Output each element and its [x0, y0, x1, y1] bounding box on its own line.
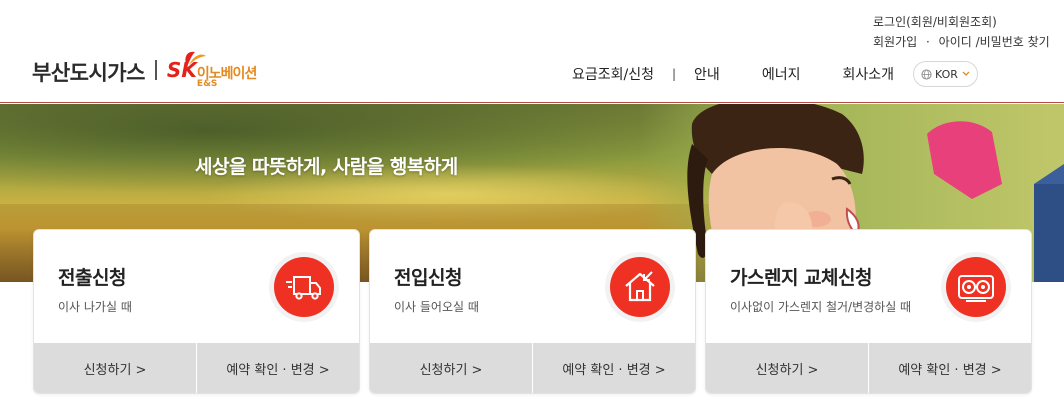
chevron-down-icon [962, 71, 970, 76]
card-title: 전출신청 [58, 267, 126, 289]
nav-item-guide[interactable]: 안내 [694, 64, 720, 84]
card-icon-wrap [941, 252, 1011, 322]
card-title: 전입신청 [394, 267, 462, 289]
sk-text: SK [166, 58, 197, 82]
ens-text: E&S [196, 79, 218, 89]
gas-range-icon [946, 257, 1006, 317]
card-icon-wrap [605, 252, 675, 322]
logo-name: 부산도시가스 [32, 61, 145, 85]
utility-links: 로그인(회원/비회원조회) 회원가입 · 아이디 /비밀번호 찾기 [873, 12, 1050, 52]
card-description: 이사없이 가스렌지 철거/변경하실 때 [730, 300, 912, 314]
card-move-out: 전출신청 이사 나가실 때 신청하기 > 예약 확인 · 변경 > [33, 229, 360, 394]
card-icon-wrap [269, 252, 339, 322]
util-dot: · [926, 35, 930, 49]
main-nav: 요금조회/신청 | 안내 에너지 회사소개 [572, 62, 894, 86]
nav-separator: | [672, 67, 677, 81]
card-title: 가스렌지 교체신청 [730, 267, 872, 289]
moving-truck-icon [274, 257, 334, 317]
apply-button[interactable]: 신청하기 > [34, 343, 196, 393]
nav-item-energy[interactable]: 에너지 [762, 64, 801, 84]
apply-button[interactable]: 신청하기 > [706, 343, 868, 393]
card-description: 이사 나가실 때 [58, 300, 132, 314]
sk-logo: SK 이노베이션 E&S [167, 48, 263, 92]
language-selector[interactable]: KOR [913, 61, 978, 87]
card-description: 이사 들어오실 때 [394, 300, 479, 314]
site-header: 부산도시가스 SK 이노베이션 E&S 로그인(회원/비회원조회) 회원가입 ·… [0, 0, 1064, 103]
card-gas-range: 가스렌지 교체신청 이사없이 가스렌지 철거/변경하실 때 신청하기 > 예약 … [705, 229, 1032, 394]
check-reservation-button[interactable]: 예약 확인 · 변경 > [532, 343, 695, 393]
join-link[interactable]: 회원가입 [873, 35, 917, 49]
check-reservation-button[interactable]: 예약 확인 · 변경 > [868, 343, 1031, 393]
nav-item-company[interactable]: 회사소개 [842, 64, 894, 84]
globe-icon [921, 68, 932, 80]
check-reservation-button[interactable]: 예약 확인 · 변경 > [196, 343, 359, 393]
site-logo[interactable]: 부산도시가스 SK 이노베이션 E&S [32, 48, 263, 92]
nav-item-billing[interactable]: 요금조회/신청 [572, 64, 654, 84]
apply-button[interactable]: 신청하기 > [370, 343, 532, 393]
card-actions: 신청하기 > 예약 확인 · 변경 > [706, 343, 1031, 393]
house-arrow-icon [610, 257, 670, 317]
find-account-link[interactable]: 아이디 /비밀번호 찾기 [939, 35, 1050, 49]
login-link[interactable]: 로그인(회원/비회원조회) [873, 15, 997, 29]
hero-slogan: 세상을 따뜻하게, 사람을 행복하게 [195, 156, 458, 178]
card-move-in: 전입신청 이사 들어오실 때 신청하기 > 예약 확인 · 변경 > [369, 229, 696, 394]
language-label: KOR [935, 67, 958, 81]
logo-divider [154, 60, 157, 80]
card-actions: 신청하기 > 예약 확인 · 변경 > [34, 343, 359, 393]
card-actions: 신청하기 > 예약 확인 · 변경 > [370, 343, 695, 393]
